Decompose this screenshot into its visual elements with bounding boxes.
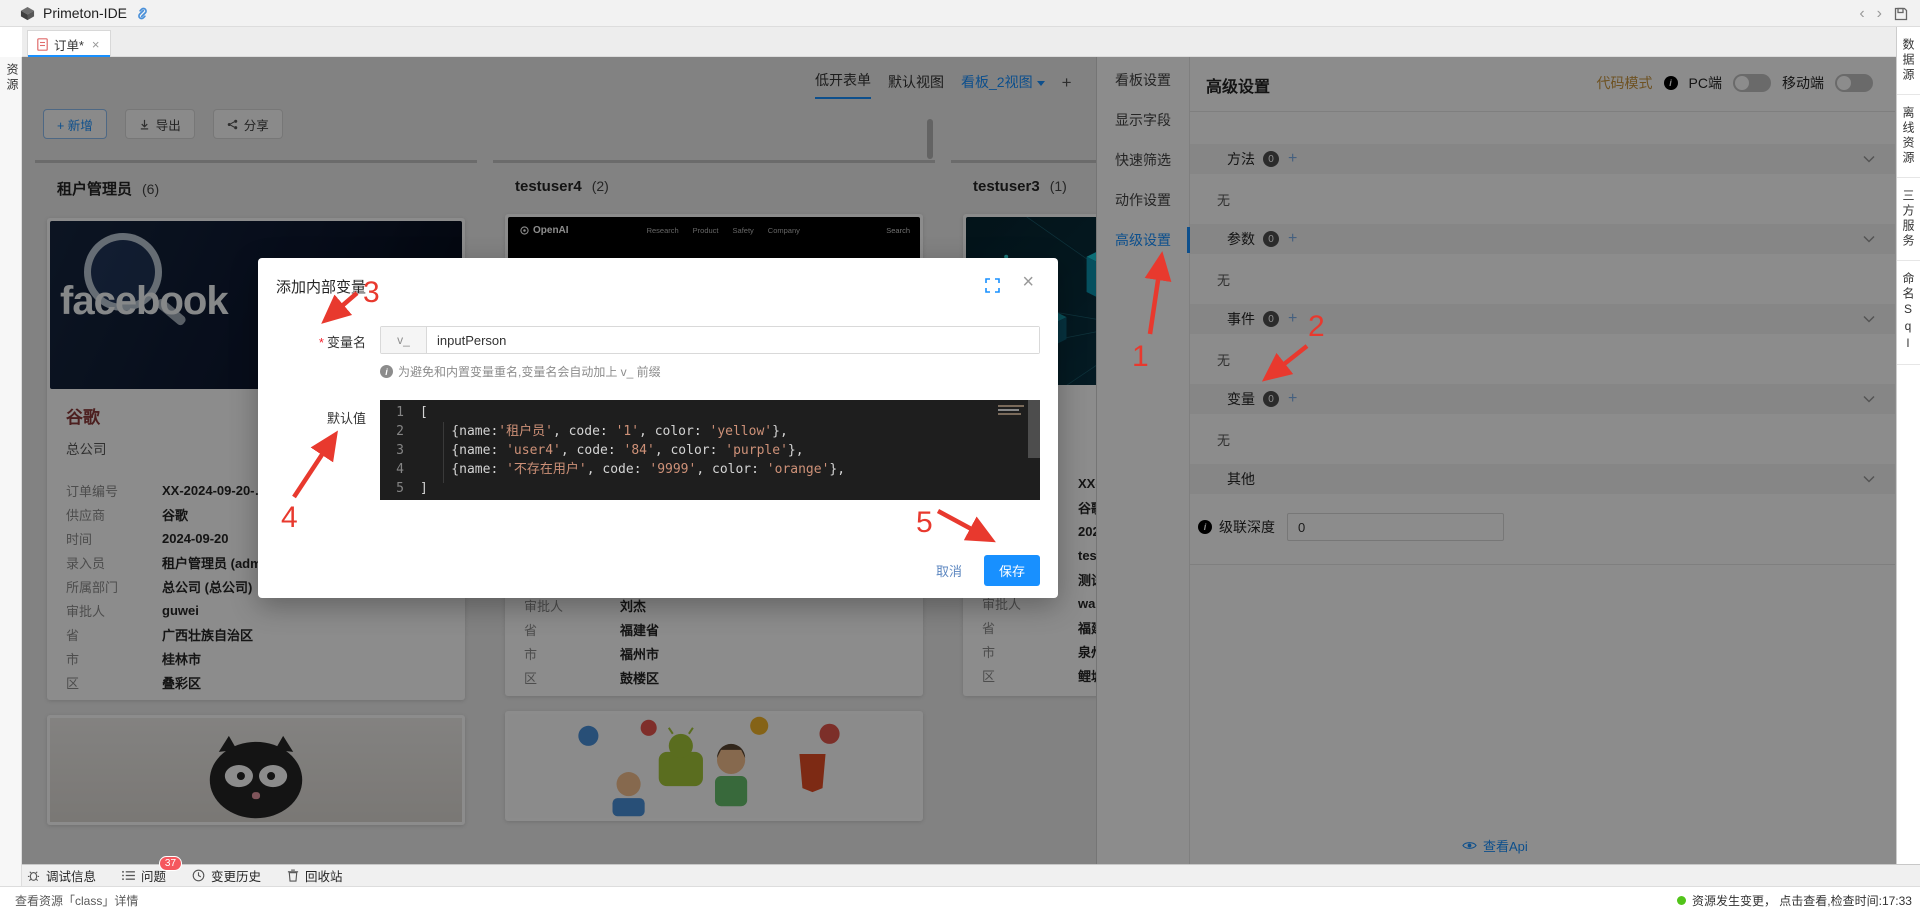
tab-order[interactable]: 订单* × [27, 30, 111, 57]
document-icon [37, 38, 48, 51]
left-rail: 资源 [0, 57, 22, 886]
sidebar-item-resources[interactable]: 资源 [4, 63, 21, 93]
right-rail-item[interactable]: 三方服务 [1897, 178, 1920, 261]
add-internal-variable-dialog: 添加内部变量 × *变量名 v_ i 为避免和内置变量重名,变量名会自动加上 v… [258, 258, 1058, 598]
resource-status-icon [1677, 896, 1686, 905]
tab-label: 订单* [54, 35, 84, 54]
save-button[interactable]: 保存 [984, 555, 1040, 586]
default-value-label: 默认值 [258, 408, 366, 427]
trash-icon [287, 869, 299, 882]
list-icon [122, 870, 135, 881]
variable-name-input-group: v_ [380, 326, 1040, 354]
clock-icon [192, 869, 205, 882]
fullscreen-icon[interactable] [985, 278, 1000, 293]
change-history-button[interactable]: 变更历史 [192, 866, 261, 885]
code-line: {name: '不存在用户', code: '9999', color: 'or… [380, 460, 1040, 479]
primeton-ide-window: Primeton-IDE ‹ › 订单* × 资源 数据源离线资源三方服务命名S… [0, 0, 1920, 911]
editor-scrollbar[interactable] [1028, 400, 1040, 458]
nav-back-icon[interactable]: ‹ [1859, 6, 1864, 22]
status-bar: 查看资源「class」详情 资源发生变更， 点击查看,检查时间:17:33 [0, 886, 1920, 911]
editor-tab-bar: 订单* × [22, 27, 1896, 57]
status-left-text: 查看资源「class」详情 [15, 892, 138, 909]
right-rail-item[interactable]: 数据源 [1897, 27, 1920, 95]
info-icon: i [380, 365, 393, 378]
debug-info-button[interactable]: 调试信息 [27, 866, 96, 885]
recycle-bin-button[interactable]: 回收站 [287, 866, 343, 885]
code-line: {name: 'user4', code: '84', color: 'purp… [380, 441, 1040, 460]
line-number [380, 479, 420, 498]
variable-name-hint: i 为避免和内置变量重名,变量名会自动加上 v_ 前缀 [380, 363, 661, 380]
variable-name-label: *变量名 [258, 332, 366, 351]
line-number [380, 441, 420, 460]
right-rail-item[interactable]: 命名Sql [1897, 261, 1920, 365]
problems-count-badge: 37 [159, 856, 182, 871]
app-title: Primeton-IDE [43, 5, 127, 21]
line-number [380, 460, 420, 479]
code-line: {name:'租户员', code: '1', color: 'yellow'}… [380, 422, 1040, 441]
link-icon[interactable] [135, 6, 150, 21]
app-logo-icon [20, 6, 35, 21]
code-lines: [ {name:'租户员', code: '1', color: 'yellow… [380, 403, 1040, 498]
title-bar: Primeton-IDE ‹ › [0, 0, 1920, 27]
code-line: [ [380, 403, 1040, 422]
nav-forward-icon[interactable]: › [1877, 6, 1882, 22]
variable-name-input[interactable] [427, 327, 1039, 353]
cancel-button[interactable]: 取消 [928, 555, 970, 586]
save-icon[interactable] [1894, 7, 1908, 21]
default-value-code-editor[interactable]: [ {name:'租户员', code: '1', color: 'yellow… [380, 400, 1040, 500]
right-rail: 数据源离线资源三方服务命名Sql [1896, 27, 1920, 864]
status-right-text[interactable]: 资源发生变更， 点击查看,检查时间:17:33 [1677, 892, 1912, 909]
line-number [380, 403, 420, 422]
code-line: ] [380, 479, 1040, 498]
tab-close-icon[interactable]: × [92, 37, 100, 52]
editor-minimap [998, 403, 1024, 417]
variable-prefix: v_ [381, 327, 427, 353]
problems-button[interactable]: 问题 37 [122, 866, 166, 885]
bottom-toolbar: 调试信息 问题 37 变更历史 回收站 [22, 864, 1920, 886]
debug-icon [27, 869, 40, 882]
right-rail-item[interactable]: 离线资源 [1897, 95, 1920, 178]
close-icon[interactable]: × [1022, 272, 1034, 292]
dialog-title: 添加内部变量 [276, 276, 366, 297]
line-number [380, 422, 420, 441]
